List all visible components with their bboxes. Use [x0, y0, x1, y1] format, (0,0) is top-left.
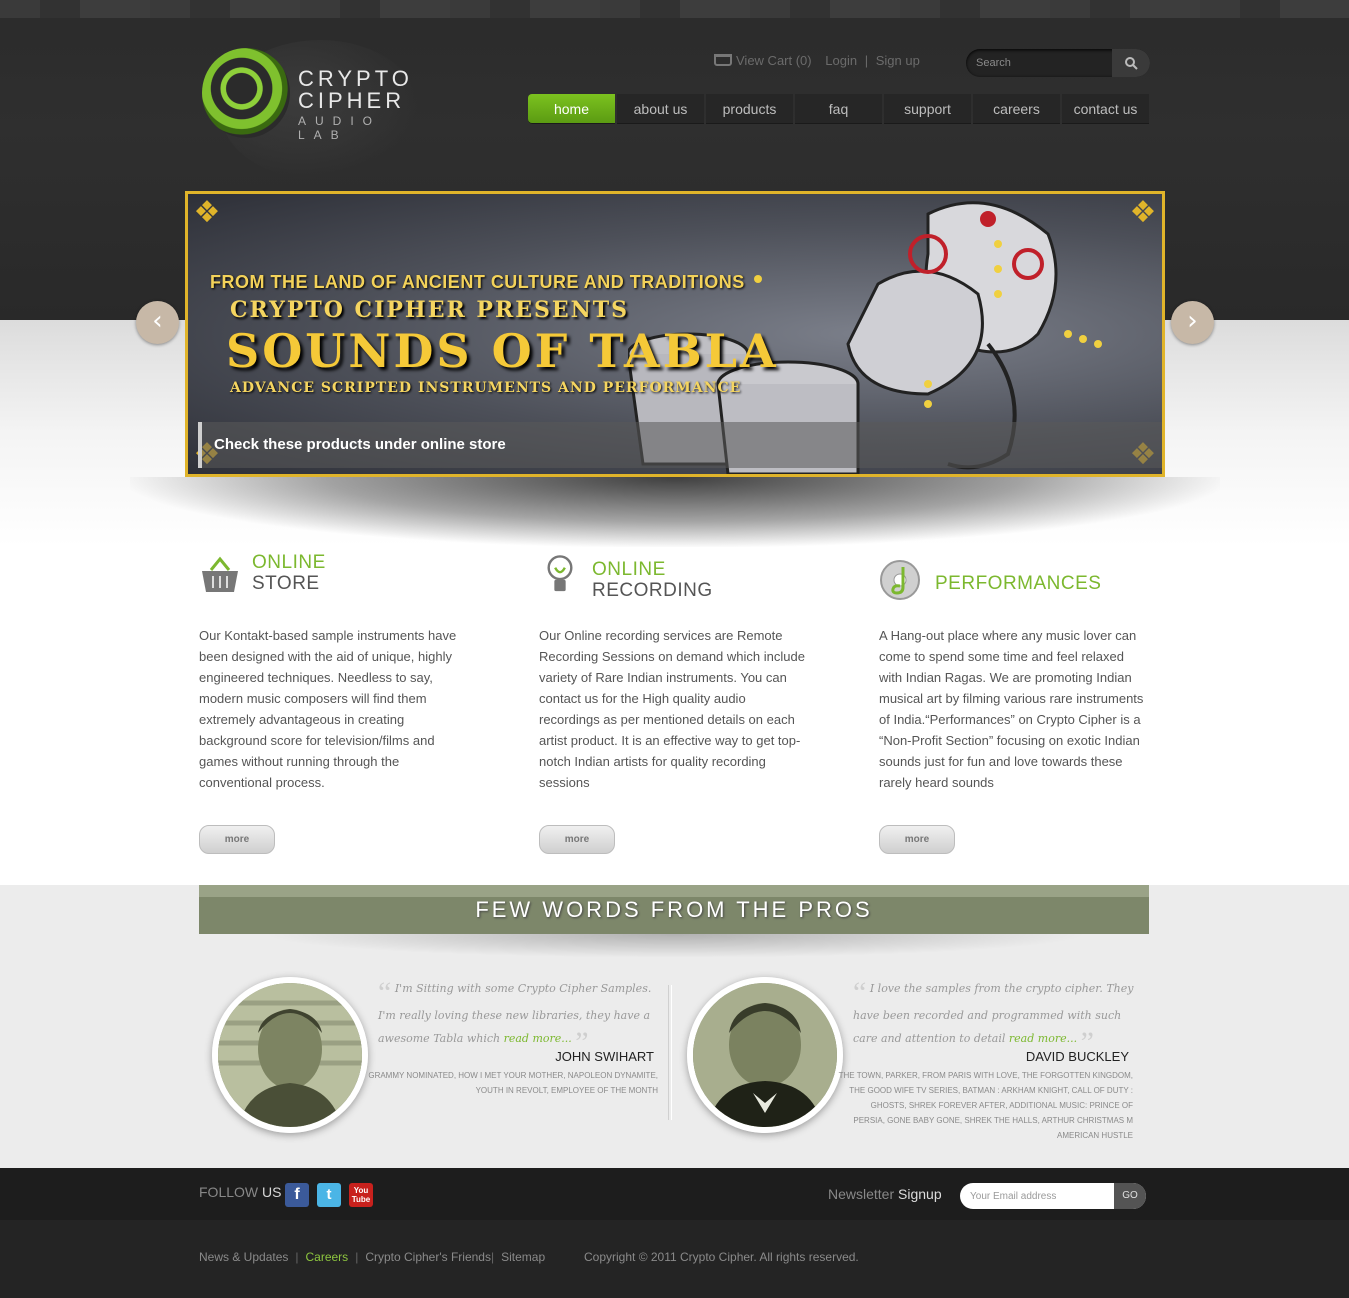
signup-text: Signup [898, 1186, 942, 1202]
logo-text-line3: AUDIO LAB [298, 114, 382, 142]
heading-shadow [260, 934, 1090, 958]
testimonial-quote: “ I love the samples from the crypto cip… [853, 976, 1135, 1058]
login-link[interactable]: Login [825, 53, 857, 68]
feature-title-line1: ONLINE [592, 559, 666, 580]
banner-title: SOUNDS OF TABLA [226, 324, 779, 378]
chevron-right-icon: › [1187, 306, 1198, 336]
corner-ornament-icon: ❖ [193, 195, 221, 230]
search-box [966, 49, 1150, 77]
footer-link-careers[interactable]: Careers [306, 1250, 349, 1264]
disc-music-icon [880, 560, 920, 600]
open-quote-icon: “ [378, 976, 392, 1009]
testimonial-author: JOHN SWIHART [555, 1049, 654, 1064]
open-quote-icon: “ [853, 976, 867, 1009]
follow-label: FOLLOW [199, 1184, 259, 1200]
newsletter-form: GO [960, 1183, 1146, 1209]
person-portrait-icon [693, 983, 837, 1127]
search-icon [1125, 57, 1138, 70]
twitter-icon[interactable]: t [317, 1183, 341, 1207]
feature-title-line2: RECORDING [592, 580, 713, 601]
logo[interactable]: CRYPTO CIPHER AUDIO LAB [202, 48, 442, 142]
slider-next-button[interactable]: › [1171, 301, 1214, 344]
newsletter-label: Newsletter Signup [828, 1186, 942, 1202]
slider-caption-text: Check these products under online store [214, 436, 506, 453]
feature-description: Our Kontakt-based sample instruments hav… [199, 628, 457, 790]
slider-prev-button[interactable]: ‹ [136, 301, 179, 344]
avatar[interactable] [212, 977, 368, 1133]
testimonials-section: FEW WORDS FROM THE PROS “ I'm Sitting wi… [0, 885, 1349, 1168]
nav-support[interactable]: support [884, 94, 971, 124]
footer-separator: | [295, 1250, 299, 1264]
footer-link-sitemap[interactable]: Sitemap [501, 1250, 545, 1264]
lightbulb-icon [547, 555, 573, 592]
facebook-icon[interactable]: f [285, 1183, 309, 1207]
slider-shadow [130, 477, 1220, 547]
nav-faq[interactable]: faq [795, 94, 882, 124]
top-links-separator: | [864, 53, 869, 68]
email-field[interactable] [970, 1188, 1110, 1204]
nav-products[interactable]: products [706, 94, 793, 124]
banner-presents: CRYPTO CIPHER PRESENTS [230, 297, 630, 323]
person-portrait-icon [218, 983, 362, 1127]
more-button[interactable]: more [199, 825, 275, 854]
cart-icon[interactable] [714, 54, 732, 66]
youtube-icon-top: You [353, 1186, 369, 1195]
banner-subtitle: ADVANCE SCRIPTED INSTRUMENTS AND PERFORM… [230, 380, 742, 396]
copyright: Copyright © 2011 Crypto Cipher. All righ… [584, 1250, 859, 1264]
feature-description: A Hang-out place where any music lover c… [879, 628, 1144, 790]
wood-strip [0, 0, 1349, 18]
feature-title-line1: PERFORMANCES [935, 573, 1102, 594]
main-nav: home about us products faq support caree… [528, 94, 1151, 124]
more-button[interactable]: more [539, 825, 615, 854]
testimonials-heading-bar: FEW WORDS FROM THE PROS [199, 885, 1149, 934]
testimonial-author: DAVID BUCKLEY [1025, 1049, 1129, 1064]
avatar[interactable] [687, 977, 843, 1133]
chevron-left-icon: ‹ [152, 306, 163, 336]
feature-title-line1: ONLINE [252, 552, 326, 573]
us-label: US [262, 1184, 282, 1200]
testimonial-divider [668, 985, 672, 1120]
search-button[interactable] [1112, 49, 1150, 77]
nav-careers[interactable]: careers [973, 94, 1060, 124]
social-bar: FOLLOW US f t You Tube Newsletter Signup… [0, 1168, 1349, 1220]
footer-link-news[interactable]: News & Updates [199, 1250, 288, 1264]
basket-icon [202, 556, 238, 592]
testimonial-quote: “ I'm Sitting with some Crypto Cipher Sa… [378, 976, 660, 1058]
signup-link[interactable]: Sign up [876, 53, 920, 68]
logo-swirl-icon [202, 48, 290, 138]
footer-separator: | [490, 1250, 495, 1264]
youtube-icon[interactable]: You Tube [349, 1183, 373, 1207]
newsletter-text: Newsletter [828, 1186, 895, 1202]
top-links: View Cart (0) Login | Sign up [714, 53, 924, 68]
follow-us-label: FOLLOW US [199, 1184, 281, 1200]
footer: News & Updates | Careers | Crypto Cipher's F… [0, 1220, 1349, 1298]
footer-links: News & Updates | Careers | Crypto Cipher's F… [199, 1250, 545, 1264]
slider-caption[interactable]: Check these products under online store [198, 422, 1162, 468]
search-input[interactable] [976, 55, 1106, 71]
nav-contact-us[interactable]: contact us [1062, 94, 1149, 124]
footer-link-friends[interactable]: Crypto Cipher's Friends [365, 1250, 491, 1264]
feature-description: Our Online recording services are Remote… [539, 628, 805, 790]
hero-slider[interactable]: ❖ ❖ ❖ ❖ FROM THE LAND OF ANCIENT CULTURE… [185, 191, 1165, 477]
testimonials-heading: FEW WORDS FROM THE PROS [475, 897, 873, 922]
banner-tagline: FROM THE LAND OF ANCIENT CULTURE AND TRA… [210, 272, 745, 292]
nav-home[interactable]: home [528, 94, 615, 124]
read-more-link[interactable]: read more... [1009, 1032, 1077, 1045]
more-button[interactable]: more [879, 825, 955, 854]
go-button[interactable]: GO [1114, 1183, 1146, 1209]
testimonial-credits: THE TOWN, PARKER, FROM PARIS WITH LOVE, … [838, 1071, 1133, 1140]
feature-title-line2: STORE [252, 573, 320, 594]
logo-text-line1: CRYPTO [298, 66, 413, 91]
testimonial-credits: GRAMMY NOMINATED, HOW I MET YOUR MOTHER,… [368, 1071, 658, 1095]
youtube-icon-bottom: Tube [351, 1195, 371, 1204]
footer-separator: | [355, 1250, 359, 1264]
view-cart-link[interactable]: View Cart (0) [736, 53, 812, 68]
read-more-link[interactable]: read more... [504, 1032, 572, 1045]
nav-about-us[interactable]: about us [617, 94, 704, 124]
logo-text-line2: CIPHER [298, 88, 406, 113]
